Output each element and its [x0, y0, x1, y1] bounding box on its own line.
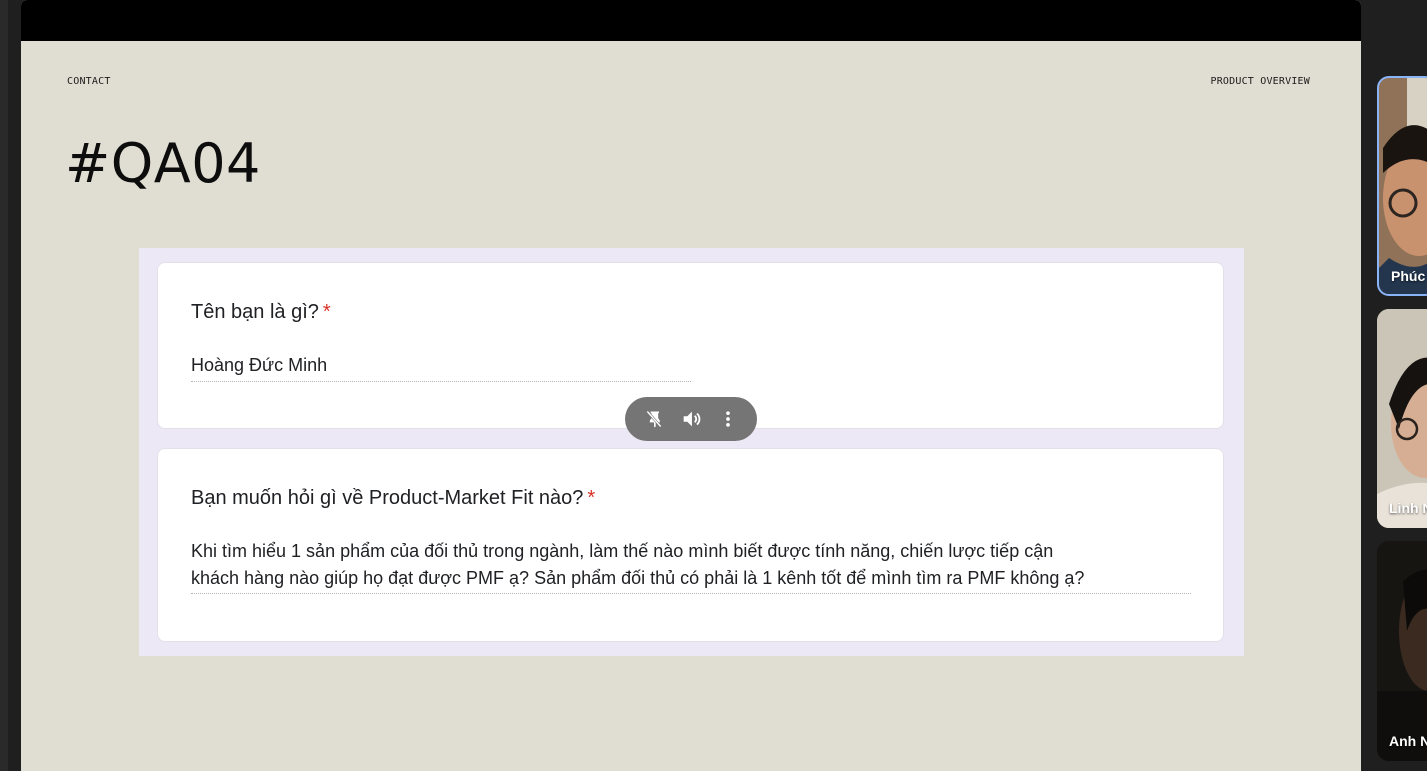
more-options-icon: [726, 411, 731, 427]
question-text: Bạn muốn hỏi gì về Product-Market Fit nà…: [191, 487, 584, 509]
answer-line: khách hàng nào giúp họ đạt được PMF ạ? S…: [191, 568, 1085, 588]
more-options-button[interactable]: [714, 405, 742, 433]
slide-title: #QA04: [65, 132, 261, 195]
answer-text: Khi tìm hiểu 1 sản phẩm của đối thủ tron…: [191, 538, 1191, 594]
form-screenshot: Tên bạn là gì? * Hoàng Đức Minh Bạn muốn …: [139, 248, 1244, 656]
participant-tile[interactable]: Anh N: [1377, 541, 1427, 761]
participant-tiles: Phúc Linh N Anh N: [1377, 0, 1427, 771]
volume-icon: [683, 411, 701, 427]
volume-button[interactable]: [677, 405, 705, 433]
shared-screen: CONTACT PRODUCT OVERVIEW #QA04 Tên bạn l…: [21, 0, 1361, 771]
window-edge: [0, 0, 8, 771]
participant-video: [1377, 309, 1427, 528]
required-asterisk: *: [587, 487, 596, 509]
question-text: Tên bạn là gì?: [191, 301, 319, 323]
participant-tile[interactable]: Phúc: [1377, 76, 1427, 296]
answer-text: Hoàng Đức Minh: [191, 352, 691, 382]
answer-line: Khi tìm hiểu 1 sản phẩm của đối thủ tron…: [191, 541, 1054, 561]
participant-name: Anh N: [1389, 733, 1427, 749]
participant-tile[interactable]: Linh N: [1377, 309, 1427, 528]
participant-video: [1379, 78, 1427, 294]
question-card-pmf: Bạn muốn hỏi gì về Product-Market Fit nà…: [157, 448, 1224, 642]
participant-name: Linh N: [1389, 500, 1427, 516]
required-asterisk: *: [322, 301, 331, 323]
unpin-icon: [646, 410, 662, 428]
nav-contact-link[interactable]: CONTACT: [67, 76, 111, 87]
presentation-top-bar: [21, 0, 1361, 41]
nav-product-overview-link[interactable]: PRODUCT OVERVIEW: [1210, 76, 1310, 87]
floating-tile-controls: [625, 397, 757, 441]
question-title: Bạn muốn hỏi gì về Product-Market Fit nà…: [191, 487, 595, 510]
question-title: Tên bạn là gì? *: [191, 301, 331, 324]
participant-video: [1377, 541, 1427, 761]
participant-name: Phúc: [1391, 268, 1426, 284]
unpin-button[interactable]: [640, 405, 668, 433]
